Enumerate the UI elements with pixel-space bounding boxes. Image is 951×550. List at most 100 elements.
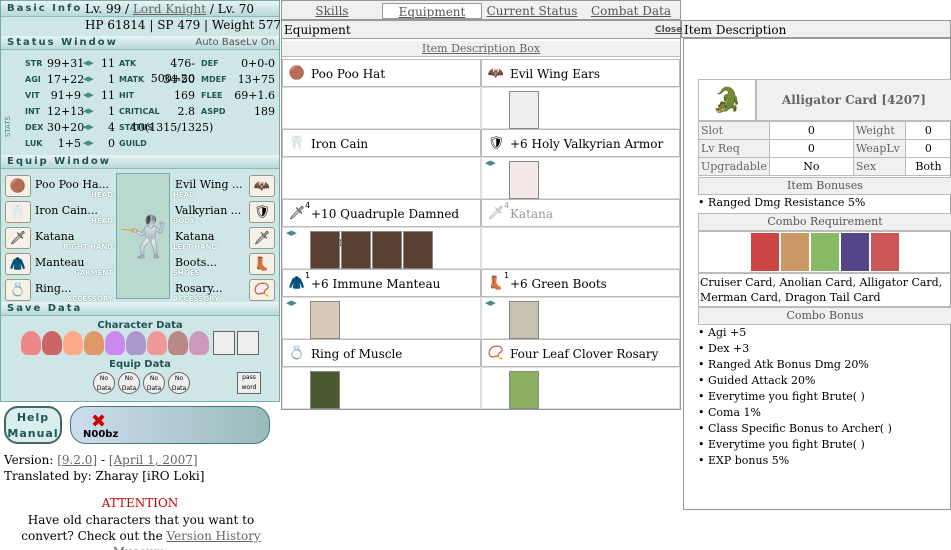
stat-value: 1+5: [57, 137, 81, 150]
card-slot-4-0[interactable]: [310, 231, 340, 269]
stat-arrows-icon[interactable]: ◀▶: [83, 136, 94, 151]
card-slot-4-2[interactable]: [372, 231, 402, 269]
version-date-link[interactable]: [April 1, 2007]: [109, 453, 198, 467]
base-level[interactable]: Lv. 99: [85, 2, 121, 16]
stat-arrows-icon[interactable]: ◀▶: [83, 104, 94, 119]
stat-arrows-icon[interactable]: ◀▶: [83, 88, 94, 103]
slot-arrows-icon[interactable]: ◀▶: [286, 299, 297, 307]
n00bz-banner[interactable]: N00bz ✖: [70, 406, 270, 444]
card-slot-1-0[interactable]: [509, 91, 539, 129]
equip-right-icon-1[interactable]: 🛡: [249, 201, 275, 223]
equip-right-label-4[interactable]: Rosary...: [175, 282, 223, 296]
equip-left-icon-0[interactable]: 🟤: [5, 175, 31, 197]
stat-arrows-icon[interactable]: ◀▶: [83, 56, 94, 71]
equip-left-icon-2[interactable]: 🗡: [5, 227, 31, 249]
equip-left-label-2[interactable]: Katana: [35, 230, 74, 244]
card-slot-8-0[interactable]: [310, 371, 340, 409]
equip-left-label-3[interactable]: Manteau: [35, 256, 84, 270]
equip-right-icon-4[interactable]: 📿: [249, 279, 275, 301]
equip-data-slot-2[interactable]: No Data: [143, 372, 165, 394]
card-slot-6-0[interactable]: [310, 301, 340, 339]
equip-right-label-0[interactable]: Evil Wing ...: [175, 178, 243, 192]
equip-right-label-2[interactable]: Katana: [175, 230, 214, 244]
help-manual-button[interactable]: Help Manual: [4, 406, 62, 444]
slot-arrows-icon[interactable]: ◀▶: [485, 159, 496, 167]
item-description-title: Close Item Description: [655, 20, 951, 38]
equip-left-label-1[interactable]: Iron Cain...: [35, 204, 98, 218]
stat-name: INT: [25, 107, 41, 116]
equip-left-icon-1[interactable]: 🦷: [5, 201, 31, 223]
equip-right-icon-3[interactable]: 👢: [249, 253, 275, 275]
character-slot-7[interactable]: [168, 331, 188, 355]
combo-requirement-text: Cruiser Card, Anolian Card, Alligator Ca…: [698, 273, 951, 307]
slot-count: 1: [305, 271, 311, 280]
alligator-card-icon[interactable]: [811, 233, 839, 271]
merman-card-icon[interactable]: [841, 233, 869, 271]
slot-arrows-icon[interactable]: ◀▶: [286, 229, 297, 237]
equipment-item-icon: 🦷: [288, 136, 306, 151]
character-slot-2[interactable]: [63, 331, 83, 355]
card-slot-9-0[interactable]: [509, 371, 539, 409]
equip-left-label-4[interactable]: Ring...: [35, 282, 71, 296]
stat-name: LUK: [25, 139, 43, 148]
stat-arrows-icon[interactable]: ◀▶: [83, 120, 94, 135]
tab-skills[interactable]: Skills: [282, 3, 382, 19]
equip-right-icon-2[interactable]: 🗡: [249, 227, 275, 249]
equip-data-slot-0[interactable]: No Data: [93, 372, 115, 394]
equip-right-icon-0[interactable]: 🦇: [249, 175, 275, 197]
equipment-item-5[interactable]: 🗡 4 Katana: [481, 199, 680, 227]
password-button[interactable]: pass word: [237, 372, 261, 394]
slot-count: 4: [305, 201, 311, 210]
load-slot-icon[interactable]: [237, 331, 259, 355]
equip-left-label-0[interactable]: Poo Poo Ha...: [35, 178, 109, 192]
card-slot-3-0[interactable]: [509, 161, 539, 199]
substat2-value: 13+75: [237, 73, 275, 86]
character-slot-0[interactable]: [21, 331, 41, 355]
equipment-item-6[interactable]: 🧥 1 +6 Immune Manteau: [282, 269, 481, 297]
character-slot-8[interactable]: [189, 331, 209, 355]
card-slot-4-1[interactable]: [341, 231, 371, 269]
equipment-item-2[interactable]: 🦷 Iron Cain: [282, 129, 481, 157]
card-slot-4-3[interactable]: [403, 231, 433, 269]
tab-equipment[interactable]: Equipment: [382, 3, 482, 19]
stat-row-vit: VIT 91+9 ◀▶ 11 HIT 169 FLEE 69+1.6: [21, 88, 279, 103]
cruiser-card-icon[interactable]: [751, 233, 779, 271]
character-slot-4[interactable]: [105, 331, 125, 355]
card-slot-7-0[interactable]: [509, 301, 539, 339]
tab-combat-data[interactable]: Combat Data: [582, 3, 680, 19]
slot-arrows-icon[interactable]: ◀▶: [485, 299, 496, 307]
item-description-box[interactable]: Item Description Box: [282, 41, 680, 57]
character-slot-3[interactable]: [84, 331, 104, 355]
class-name[interactable]: Lord Knight: [133, 2, 206, 16]
save-slot-icon[interactable]: [213, 331, 235, 355]
equip-left-icon-3[interactable]: 🧥: [5, 253, 31, 275]
auto-baselv-toggle[interactable]: Auto BaseLv On: [195, 36, 275, 50]
equipment-item-8[interactable]: 💍 Ring of Muscle: [282, 339, 481, 367]
version-link[interactable]: [9.2.0]: [57, 453, 97, 467]
equip-data-slot-3[interactable]: No Data: [168, 372, 190, 394]
stat-name: STR: [25, 59, 43, 68]
equipment-item-1[interactable]: 🦇 Evil Wing Ears: [481, 59, 680, 87]
tab-current-status[interactable]: Current Status: [482, 3, 582, 19]
anolian-card-icon[interactable]: [781, 233, 809, 271]
equipment-panel: Equipment Item Description Box 🟤 Poo Poo …: [281, 20, 681, 410]
stat-row-luk: LUK 1+5 ◀▶ 0 GUILD: [21, 136, 279, 151]
equipment-item-9[interactable]: 📿 Four Leaf Clover Rosary: [481, 339, 680, 367]
dragon-tail-card-icon[interactable]: [871, 233, 899, 271]
close-link[interactable]: Close: [655, 21, 682, 39]
equip-right-label-3[interactable]: Boots...: [175, 256, 217, 270]
card-stats-table: Slot 0 Weight 0 Lv Req 0 WeapLv 0 Upgrad…: [698, 121, 951, 176]
equip-data-slot-1[interactable]: No Data: [118, 372, 140, 394]
equipment-item-4[interactable]: 🗡4+10 Quadruple Damned Katana: [282, 199, 481, 249]
equipment-item-7[interactable]: 👢 1 +6 Green Boots: [481, 269, 680, 297]
save-data-header: Save Data: [1, 302, 279, 316]
character-slot-6[interactable]: [147, 331, 167, 355]
job-level[interactable]: Lv. 70: [218, 2, 254, 16]
equipment-item-0[interactable]: 🟤 Poo Poo Hat: [282, 59, 481, 87]
character-slot-1[interactable]: [42, 331, 62, 355]
stat-arrows-icon[interactable]: ◀▶: [83, 72, 94, 87]
equip-left-icon-4[interactable]: 💍: [5, 279, 31, 301]
character-slot-5[interactable]: [126, 331, 146, 355]
equip-right-label-1[interactable]: Valkyrian ...: [175, 204, 241, 218]
equipment-item-3[interactable]: 🛡 +6 Holy Valkyrian Armor: [481, 129, 680, 157]
